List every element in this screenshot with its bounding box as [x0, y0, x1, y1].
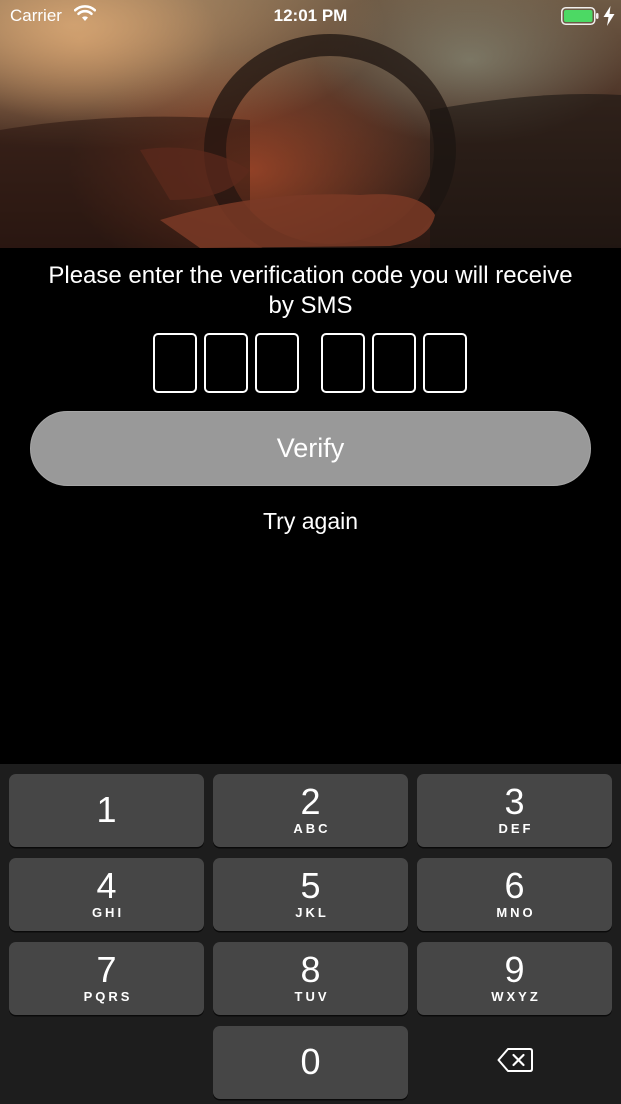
- code-digit-box-3[interactable]: [255, 333, 299, 393]
- key-8[interactable]: 8 TUV: [213, 942, 408, 1015]
- key-digit: 3: [504, 781, 525, 822]
- header-photo: [0, 0, 621, 248]
- status-time: 12:01 PM: [273, 6, 348, 25]
- key-letters: WXYZ: [491, 989, 541, 1004]
- code-digit-box-2[interactable]: [204, 333, 248, 393]
- key-letters: DEF: [498, 821, 534, 836]
- key-letters: MNO: [496, 905, 536, 920]
- key-letters: JKL: [295, 905, 329, 920]
- try-again-link[interactable]: Try again: [0, 508, 621, 535]
- key-9[interactable]: 9 WXYZ: [417, 942, 612, 1015]
- key-digit: 4: [96, 865, 117, 906]
- key-letters: TUV: [294, 989, 330, 1004]
- key-4[interactable]: 4 GHI: [9, 858, 204, 931]
- key-0[interactable]: 0: [213, 1026, 408, 1099]
- car-interior-image: [0, 0, 621, 248]
- delete-key[interactable]: [417, 1026, 612, 1099]
- key-6[interactable]: 6 MNO: [417, 858, 612, 931]
- key-7[interactable]: 7 PQRS: [9, 942, 204, 1015]
- verify-button-label: Verify: [276, 433, 345, 463]
- numeric-keypad: 1 2 ABC 3 DEF 4 GHI 5 JKL 6 MNO 7 PQRS 8…: [0, 764, 621, 1104]
- battery-icon: [561, 7, 599, 30]
- key-digit: 8: [300, 949, 321, 990]
- key-1[interactable]: 1: [9, 774, 204, 847]
- code-input[interactable]: [0, 333, 621, 393]
- key-digit: 0: [300, 1041, 321, 1082]
- status-bar: Carrier 12:01 PM: [0, 0, 621, 32]
- code-digit-box-4[interactable]: [321, 333, 365, 393]
- key-digit: 9: [504, 949, 525, 990]
- verify-button[interactable]: Verify: [30, 411, 591, 486]
- key-3[interactable]: 3 DEF: [417, 774, 612, 847]
- key-digit: 5: [300, 865, 321, 906]
- key-5[interactable]: 5 JKL: [213, 858, 408, 931]
- backspace-icon: [497, 1047, 533, 1078]
- key-letters: ABC: [293, 821, 331, 836]
- key-letters: GHI: [91, 905, 125, 920]
- key-digit: 7: [96, 949, 117, 990]
- code-digit-box-6[interactable]: [423, 333, 467, 393]
- code-digit-box-1[interactable]: [153, 333, 197, 393]
- key-letters: PQRS: [83, 989, 133, 1004]
- key-digit: 6: [504, 865, 525, 906]
- code-digit-box-5[interactable]: [372, 333, 416, 393]
- charging-bolt-icon: [603, 6, 615, 31]
- key-digit: 2: [300, 781, 321, 822]
- verification-prompt: Please enter the verification code you w…: [48, 262, 573, 319]
- key-digit: 1: [96, 789, 117, 830]
- key-2[interactable]: 2 ABC: [213, 774, 408, 847]
